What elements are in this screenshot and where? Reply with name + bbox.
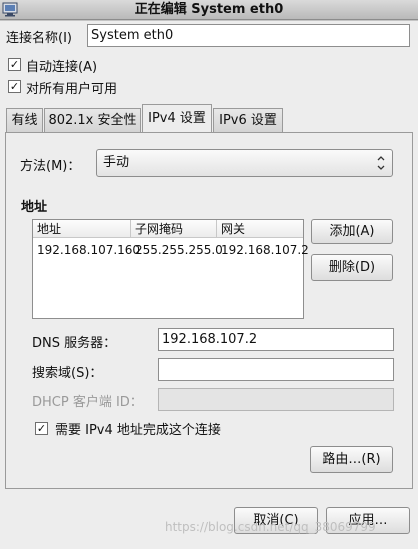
- tab-8021x-security[interactable]: 802.1x 安全性: [44, 108, 141, 133]
- window-titlebar[interactable]: 正在编辑 System eth0: [0, 0, 418, 20]
- address-table[interactable]: 地址 子网掩码 网关 192.168.107.160 255.255.255.0…: [32, 219, 309, 319]
- method-label: 方法(M)：: [20, 159, 81, 174]
- method-select[interactable]: 手动: [96, 149, 393, 177]
- table-row[interactable]: 192.168.107.160 255.255.255.0 192.168.10…: [33, 240, 309, 260]
- connection-name-label: 连接名称(I): [6, 31, 72, 46]
- require-ipv4-checkbox[interactable]: ✓: [35, 422, 48, 435]
- method-value: 手动: [103, 155, 130, 170]
- table-header-netmask[interactable]: 子网掩码: [131, 220, 217, 238]
- checkmark-icon: ✓: [9, 58, 20, 71]
- checkmark-icon: ✓: [9, 80, 20, 93]
- cell-address[interactable]: 192.168.107.160: [33, 240, 140, 260]
- checkmark-icon: ✓: [36, 422, 47, 435]
- require-ipv4-label: 需要 IPv4 地址完成这个连接: [55, 423, 221, 438]
- connection-name-input[interactable]: System eth0: [87, 24, 410, 47]
- routes-button[interactable]: 路由…(R): [310, 446, 393, 473]
- search-domain-label: 搜索域(S)：: [32, 366, 103, 381]
- watermark-text: https://blog.csdn.net/qq_38069799: [165, 520, 376, 534]
- add-address-button[interactable]: 添加(A): [311, 219, 393, 244]
- auto-connect-label: 自动连接(A): [26, 60, 98, 75]
- updown-chevron-icon: [376, 151, 386, 177]
- tab-ipv4-settings[interactable]: IPv4 设置: [142, 104, 212, 132]
- window-title: 正在编辑 System eth0: [134, 2, 284, 17]
- table-header-gateway[interactable]: 网关: [217, 220, 303, 238]
- all-users-label: 对所有用户可用: [26, 82, 118, 97]
- all-users-checkbox[interactable]: ✓: [8, 80, 21, 93]
- table-header-address[interactable]: 地址: [33, 220, 131, 238]
- dhcp-client-id-label: DHCP 客户端 ID：: [32, 395, 143, 410]
- cell-netmask[interactable]: 255.255.255.0: [131, 240, 223, 260]
- dhcp-client-id-input: [158, 388, 394, 411]
- dns-input[interactable]: 192.168.107.2: [158, 328, 394, 351]
- tab-wired[interactable]: 有线: [6, 108, 43, 133]
- search-domain-input[interactable]: [158, 358, 394, 381]
- tab-ipv6-settings[interactable]: IPv6 设置: [213, 108, 283, 133]
- cell-gateway[interactable]: 192.168.107.2: [217, 240, 309, 260]
- delete-address-button[interactable]: 删除(D): [311, 254, 393, 281]
- dns-label: DNS 服务器：: [32, 336, 117, 351]
- addresses-heading: 地址: [21, 200, 48, 215]
- auto-connect-checkbox[interactable]: ✓: [8, 58, 21, 71]
